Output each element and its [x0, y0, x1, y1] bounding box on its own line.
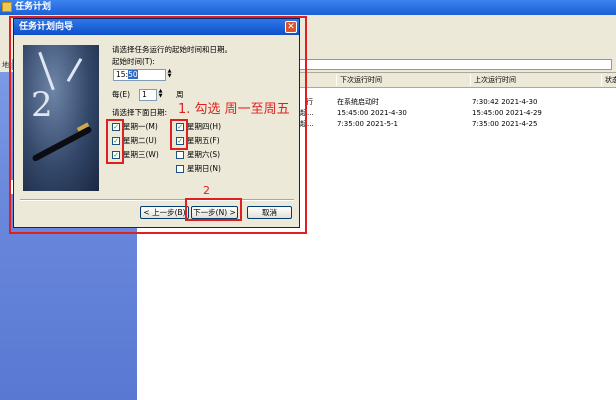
column-status[interactable]: 状态	[601, 74, 616, 86]
annotation-step-1: 1. 勾选 周一至周五	[178, 102, 290, 117]
row-1-name[interactable]: 行	[306, 98, 313, 107]
row-3-last-run: 7:35:00 2021-4-25	[472, 120, 538, 128]
row-2-last-run: 15:45:00 2021-4-29	[472, 109, 542, 117]
row-3-next-run: 7:35:00 2021-5-1	[337, 120, 398, 128]
row-1-last-run: 7:30:42 2021-4-30	[472, 98, 538, 106]
column-header-bar	[255, 73, 616, 88]
annotation-right-days-box	[170, 119, 188, 150]
column-next-run[interactable]: 下次运行时间	[336, 74, 382, 86]
main-window-title: 任务计划	[15, 2, 52, 12]
column-last-run[interactable]: 上次运行时间	[470, 74, 516, 86]
annotation-step-2: 2	[203, 184, 210, 197]
task-scheduler-icon	[2, 2, 12, 12]
annotation-left-days-box	[106, 119, 124, 164]
main-window-titlebar[interactable]	[0, 0, 616, 15]
row-1-next-run: 在系统启动时	[337, 98, 379, 106]
annotation-next-button-box	[185, 198, 242, 221]
annotation-dialog-outline	[9, 16, 307, 234]
row-2-next-run: 15:45:00 2021-4-30	[337, 109, 407, 117]
